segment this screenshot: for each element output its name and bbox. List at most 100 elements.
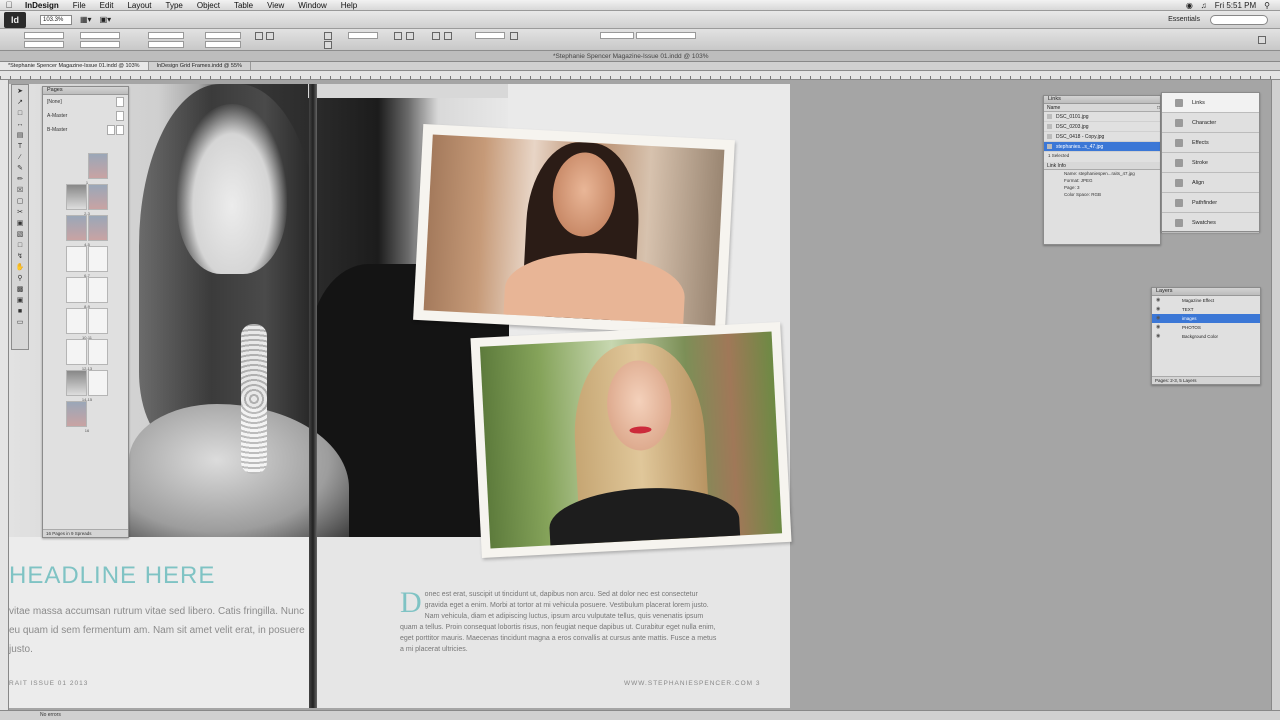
page-thumb-1[interactable]: 1 [66, 153, 108, 185]
brunette-portrait-photo[interactable] [413, 123, 735, 337]
wrap-offset-field[interactable] [475, 32, 505, 39]
zoom-tool-icon[interactable]: ⚲ [14, 274, 26, 283]
width-field[interactable] [80, 32, 120, 39]
fit-content-icon[interactable] [394, 32, 402, 40]
stroke-weight-field[interactable] [348, 32, 378, 39]
links-panel-title[interactable]: Links [1044, 96, 1160, 104]
stroke-swatch-icon[interactable] [324, 41, 332, 49]
scale-x-field[interactable] [148, 32, 184, 39]
wifi-icon[interactable]: ◉ [1186, 1, 1193, 10]
direct-selection-tool-icon[interactable]: ↗ [14, 98, 26, 107]
page-headline[interactable]: HEADLINE HERE [9, 562, 215, 590]
dock-align[interactable]: Align [1162, 173, 1259, 193]
layer-row[interactable]: Background Color [1152, 332, 1260, 341]
menu-table[interactable]: Table [227, 1, 260, 10]
align-left-icon[interactable] [432, 32, 440, 40]
frame-fitting-field[interactable] [600, 32, 634, 39]
menu-file[interactable]: File [66, 1, 93, 10]
x-field[interactable] [24, 32, 64, 39]
link-row[interactable]: DSC_0418 - Copy.jpg [1044, 132, 1160, 142]
view-options-icon[interactable]: ▦▾ [80, 15, 92, 24]
dock-stroke[interactable]: Stroke [1162, 153, 1259, 173]
rotation-field[interactable] [205, 32, 241, 39]
dock-character[interactable]: Character [1162, 113, 1259, 133]
dock-effects[interactable]: Effects [1162, 133, 1259, 153]
dock-pathfinder[interactable]: Pathfinder [1162, 193, 1259, 213]
page-thumb-4-5[interactable]: 4-5 [66, 215, 108, 247]
gradient-tool-icon[interactable]: ▧ [14, 230, 26, 239]
menu-edit[interactable]: Edit [93, 1, 121, 10]
workspace-switcher[interactable]: Essentials [1168, 16, 1200, 23]
app-menu[interactable]: InDesign [18, 1, 66, 10]
spotlight-icon[interactable]: ⚲ [1264, 1, 1270, 10]
page-tool-icon[interactable]: □ [14, 109, 26, 118]
layer-row[interactable]: Magazine Effect [1152, 296, 1260, 305]
page-thumb-12-13[interactable]: 12-13 [66, 339, 108, 371]
eyedropper-tool-icon[interactable]: ↯ [14, 252, 26, 261]
master-a[interactable]: A-Master [43, 109, 128, 123]
screen-mode-icon[interactable]: ▣▾ [100, 15, 112, 24]
apple-icon[interactable]:  [0, 0, 18, 10]
master-none[interactable]: [None] [43, 95, 128, 109]
pen-tool-icon[interactable]: ✎ [14, 164, 26, 173]
fill-swatch-icon[interactable] [324, 32, 332, 40]
page-thumb-8-9[interactable]: 8-9 [66, 277, 108, 309]
link-row[interactable]: DSC_0203.jpg [1044, 122, 1160, 132]
fit-frame-icon[interactable] [406, 32, 414, 40]
object-style-field[interactable] [636, 32, 696, 39]
free-transform-tool-icon[interactable]: ▣ [14, 219, 26, 228]
menu-layout[interactable]: Layout [120, 1, 158, 10]
volume-icon[interactable]: ♫ [1201, 1, 1207, 10]
links-page-icon[interactable]: □ [1157, 104, 1160, 111]
text-wrap-icon[interactable] [510, 32, 518, 40]
menu-view[interactable]: View [260, 1, 291, 10]
pencil-tool-icon[interactable]: ✏ [14, 175, 26, 184]
menu-type[interactable]: Type [159, 1, 190, 10]
link-row[interactable]: DSC_0101.jpg [1044, 112, 1160, 122]
align-center-icon[interactable] [444, 32, 452, 40]
rectangle-tool-icon[interactable]: ▢ [14, 197, 26, 206]
hand-tool-icon[interactable]: ✋ [14, 263, 26, 272]
rotate-icon[interactable] [255, 32, 263, 40]
panel-menu-icon[interactable] [1258, 36, 1266, 44]
screen-mode-tool-icon[interactable]: ▭ [14, 318, 26, 327]
flip-icon[interactable] [266, 32, 274, 40]
layer-row[interactable]: TEXT [1152, 305, 1260, 314]
tab-grid-frames[interactable]: InDesign Grid Frames.indd @ 55% [149, 62, 251, 70]
search-input[interactable] [1210, 14, 1268, 25]
menu-window[interactable]: Window [291, 1, 333, 10]
scale-y-field[interactable] [148, 41, 184, 48]
dock-links[interactable]: Links [1162, 93, 1259, 113]
link-info-header[interactable]: Link Info [1044, 162, 1160, 170]
page-thumb-10-11[interactable]: 10-11 [66, 308, 108, 340]
y-field[interactable] [24, 41, 64, 48]
zoom-level-field[interactable]: 103.3% [40, 14, 72, 25]
fill-stroke-icon[interactable]: ▩ [14, 285, 26, 294]
layer-row[interactable]: PHOTOS [1152, 323, 1260, 332]
selection-tool-icon[interactable]: ➤ [14, 87, 26, 96]
link-row-selected[interactable]: stephanies...s_47.jpg [1044, 142, 1160, 152]
dock-swatches[interactable]: Swatches [1162, 213, 1259, 233]
content-collector-icon[interactable]: ▤ [14, 131, 26, 140]
pages-panel-title[interactable]: Pages [43, 87, 128, 95]
horizontal-ruler[interactable] [0, 71, 1280, 80]
page-thumb-2-3[interactable]: 2-3 [66, 184, 108, 216]
vertical-scrollbar[interactable] [1271, 80, 1280, 710]
page-thumb-6-7[interactable]: 6-7 [66, 246, 108, 278]
type-tool-icon[interactable]: T [14, 142, 26, 151]
preflight-status[interactable]: No errors [40, 712, 61, 718]
links-name-column[interactable]: Name [1047, 104, 1060, 111]
shear-field[interactable] [205, 41, 241, 48]
tab-magazine[interactable]: *Stephanie Spencer Magazine-Issue 01.ind… [0, 62, 149, 70]
blonde-portrait-photo[interactable] [470, 322, 792, 558]
layer-row-selected[interactable]: images [1152, 314, 1260, 323]
right-body-text[interactable]: Donec est erat, suscipit ut tincidunt ut… [400, 588, 720, 655]
gap-tool-icon[interactable]: ↔ [14, 120, 26, 129]
master-b[interactable]: B-Master [43, 123, 128, 137]
formatting-icon[interactable]: ▣ [14, 296, 26, 305]
line-tool-icon[interactable]: ∕ [14, 153, 26, 162]
page-thumb-16[interactable]: 16 [66, 401, 108, 433]
apply-color-icon[interactable]: ■ [14, 307, 26, 316]
vertical-ruler[interactable] [0, 80, 9, 710]
left-body-text[interactable]: vitae massa accumsan rutrum vitae sed li… [9, 602, 309, 659]
